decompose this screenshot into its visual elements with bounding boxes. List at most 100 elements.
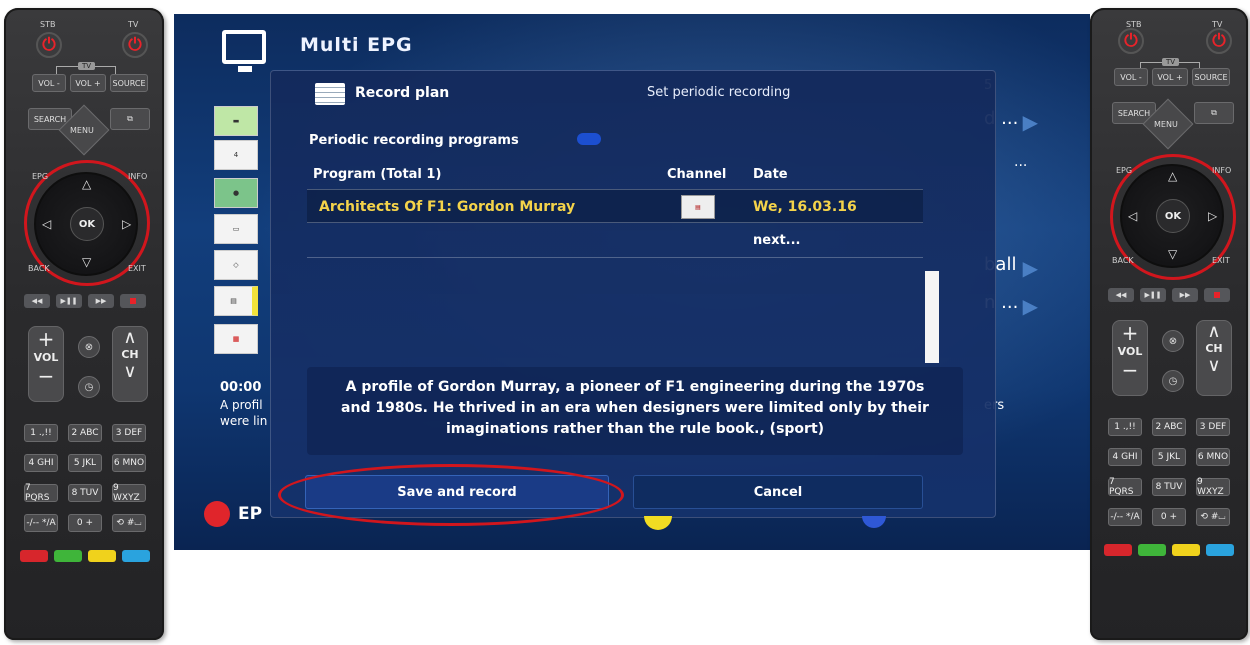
ch-label: CH [121, 348, 139, 361]
num-2-button[interactable]: 2 ABC [1152, 418, 1186, 436]
exit-label: EXIT [128, 264, 146, 273]
rewind-button[interactable]: ◀◀ [1108, 288, 1134, 302]
tv-power-button[interactable]: ⏻ [122, 32, 148, 58]
num-5-button[interactable]: 5 JKL [68, 454, 102, 472]
clock-icon[interactable]: ◷ [78, 376, 100, 398]
section-label: Periodic recording programs [309, 133, 519, 148]
num-9-button[interactable]: 9 WXYZ [112, 483, 146, 503]
rewind-button[interactable]: ◀◀ [24, 294, 50, 308]
channel-logo-5[interactable]: ◇ [214, 250, 258, 280]
stb-power-button[interactable]: ⏻ [36, 32, 62, 58]
yellow-key[interactable] [88, 550, 116, 562]
blue-key[interactable] [122, 550, 150, 562]
mute-icon[interactable]: ⊗ [1162, 330, 1184, 352]
fast-forward-button[interactable]: ▶▶ [88, 294, 114, 308]
right-col-3[interactable]: ball ▶ [984, 254, 1072, 282]
tv-label: TV [128, 20, 139, 29]
channel-logo-7[interactable]: ▦ [214, 324, 258, 354]
channel-logo-6[interactable]: ▤ [214, 286, 258, 316]
channel-rocker[interactable]: ∧ CH ∨ [1196, 320, 1232, 396]
num-0-button[interactable]: 0 + [1152, 508, 1186, 526]
channel-rocker[interactable]: ∧ CH ∨ [112, 326, 148, 402]
camera-button[interactable]: ⧉ [110, 108, 150, 130]
back-label: BACK [28, 264, 50, 273]
channel-logo-4[interactable]: ▭ [214, 214, 258, 244]
num-3-button[interactable]: 3 DEF [1196, 418, 1230, 436]
num-2-button[interactable]: 2 ABC [68, 424, 102, 442]
right-col-2[interactable]: ... [1014, 154, 1090, 182]
scrollbar[interactable] [925, 271, 939, 363]
channel-logo-1[interactable]: ▬ [214, 106, 258, 136]
play-pause-button[interactable]: ▶❚❚ [1140, 288, 1166, 302]
epg-label: EPG [32, 172, 49, 181]
num-3-button[interactable]: 3 DEF [112, 424, 146, 442]
channel-thumbnail: ▤ [681, 195, 715, 219]
num-6-button[interactable]: 6 MNO [1196, 448, 1230, 466]
record-plan-dialog: Record plan Set periodic recording Perio… [270, 70, 996, 518]
num-7-button[interactable]: 7 PQRS [24, 483, 58, 503]
num-9-button[interactable]: 9 WXYZ [1196, 477, 1230, 497]
vol-minus-button[interactable]: VOL - [1114, 68, 1148, 86]
menu-button-label: MENU [1154, 120, 1178, 129]
green-key[interactable] [54, 550, 82, 562]
num-5-button[interactable]: 5 JKL [1152, 448, 1186, 466]
tv-tag: TV [78, 62, 96, 70]
num-4-button[interactable]: 4 GHI [1108, 448, 1142, 466]
mute-icon[interactable]: ⊗ [78, 336, 100, 358]
num-8-button[interactable]: 8 TUV [1152, 478, 1186, 496]
dash-button[interactable]: -/-- */A [1108, 508, 1142, 526]
right-col-text: ... [1014, 154, 1028, 170]
next-link[interactable]: next... [753, 233, 801, 248]
right-col-5: ers [984, 398, 1072, 426]
source-button[interactable]: SOURCE [1192, 68, 1230, 86]
num-1-button[interactable]: 1 .,!! [24, 424, 58, 442]
row-program[interactable]: Architects Of F1: Gordon Murray [319, 199, 575, 215]
yellow-key[interactable] [1172, 544, 1200, 556]
red-key[interactable] [1104, 544, 1132, 556]
info-label: INFO [128, 172, 148, 181]
volume-rocker[interactable]: + VOL − [1112, 320, 1148, 396]
num-0-button[interactable]: 0 + [68, 514, 102, 532]
vol-minus-button[interactable]: VOL - [32, 74, 66, 92]
footer-label: EP [238, 504, 263, 524]
stop-button[interactable] [120, 294, 146, 308]
exit-label: EXIT [1212, 256, 1230, 265]
chevron-right-icon: ▶ [1022, 256, 1038, 280]
play-pause-button[interactable]: ▶❚❚ [56, 294, 82, 308]
num-4-button[interactable]: 4 GHI [24, 454, 58, 472]
stb-power-button[interactable]: ⏻ [1118, 28, 1144, 54]
recall-button[interactable]: ⟲ #⌴ [1196, 508, 1230, 526]
toggle-indicator[interactable] [577, 133, 601, 145]
right-col-4[interactable]: n ... ▶ [984, 292, 1072, 320]
red-key[interactable] [20, 550, 48, 562]
green-key[interactable] [1138, 544, 1166, 556]
fast-forward-button[interactable]: ▶▶ [1172, 288, 1198, 302]
source-button[interactable]: SOURCE [110, 74, 148, 92]
row-date[interactable]: We, 16.03.16 [753, 199, 857, 215]
dialog-subtitle: Set periodic recording [647, 85, 791, 100]
num-7-button[interactable]: 7 PQRS [1108, 477, 1142, 497]
epg-label: EPG [1116, 166, 1133, 175]
recall-button[interactable]: ⟲ #⌴ [112, 514, 146, 532]
clock-icon[interactable]: ◷ [1162, 370, 1184, 392]
channel-logo-3[interactable]: ● [214, 178, 258, 208]
tv-tag: TV [1162, 58, 1180, 66]
right-col-1[interactable]: d ... ▶ [984, 108, 1072, 136]
monitor-icon [222, 30, 266, 72]
stb-label: STB [40, 20, 56, 29]
num-8-button[interactable]: 8 TUV [68, 484, 102, 502]
vol-plus-button[interactable]: VOL + [70, 74, 106, 92]
channel-logo-2[interactable]: 4 [214, 140, 258, 170]
num-6-button[interactable]: 6 MNO [112, 454, 146, 472]
camera-button[interactable]: ⧉ [1194, 102, 1234, 124]
num-1-button[interactable]: 1 .,!! [1108, 418, 1142, 436]
notepad-icon [315, 83, 345, 105]
blue-key[interactable] [1206, 544, 1234, 556]
cancel-button[interactable]: Cancel [633, 475, 923, 509]
volume-rocker[interactable]: + VOL − [28, 326, 64, 402]
dash-button[interactable]: -/-- */A [24, 514, 58, 532]
tv-power-button[interactable]: ⏻ [1206, 28, 1232, 54]
annotation-ring-save [278, 464, 624, 526]
stop-button[interactable] [1204, 288, 1230, 302]
vol-plus-button[interactable]: VOL + [1152, 68, 1188, 86]
